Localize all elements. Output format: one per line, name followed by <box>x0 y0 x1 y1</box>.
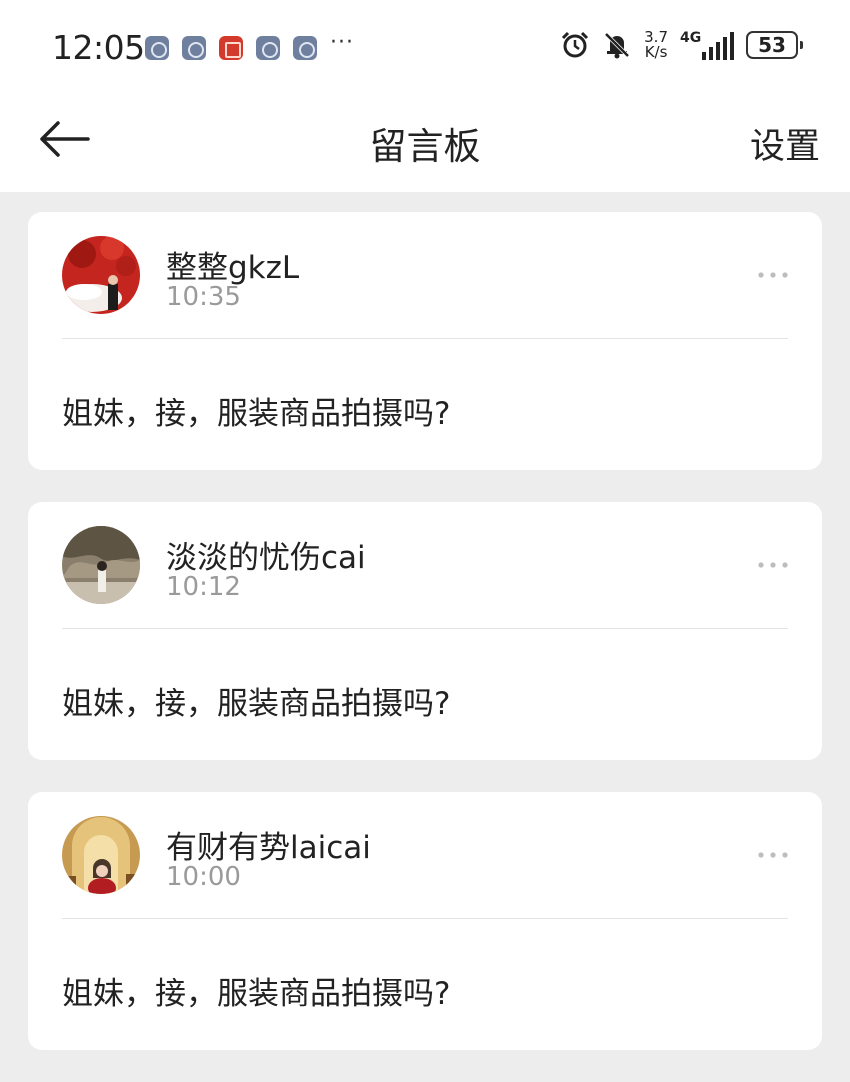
message-card: 整整gkzL 10:35 姐妹，接，服装商品拍摄吗? <box>28 212 822 470</box>
status-bar: 12:05 ··· 3.7 K/s 4G 53 <box>0 0 850 92</box>
signal-strength-icon: 4G <box>680 30 734 60</box>
more-options-button[interactable] <box>756 262 790 288</box>
message-text: 姐妹，接，服装商品拍摄吗? <box>62 976 451 1012</box>
user-name[interactable]: 淡淡的忧伤cai <box>166 532 366 577</box>
post-time: 10:12 <box>166 572 241 602</box>
message-text: 姐妹，接，服装商品拍摄吗? <box>62 686 451 722</box>
more-horizontal-icon <box>758 272 788 278</box>
avatar[interactable] <box>62 816 140 894</box>
message-list: 整整gkzL 10:35 姐妹，接，服装商品拍摄吗? 淡淡的忧伤cai 10:1… <box>28 212 822 1082</box>
network-speed: 3.7 K/s <box>644 30 668 60</box>
page-title: 留言板 <box>369 125 481 168</box>
more-options-button[interactable] <box>756 842 790 868</box>
alarm-icon <box>562 31 589 58</box>
app-notification-icon <box>219 36 243 60</box>
notification-icons <box>145 36 317 60</box>
app-header: 留言板 设置 <box>0 92 850 192</box>
avatar[interactable] <box>62 236 140 314</box>
message-text: 姐妹，接，服装商品拍摄吗? <box>62 396 451 432</box>
more-options-button[interactable] <box>756 552 790 578</box>
divider <box>62 628 788 629</box>
network-speed-unit: K/s <box>644 43 668 61</box>
user-name[interactable]: 整整gkzL <box>166 242 299 287</box>
app-notification-icon <box>256 36 280 60</box>
status-clock: 12:05 <box>52 28 145 67</box>
mute-icon <box>604 32 630 59</box>
app-notification-icon <box>293 36 317 60</box>
back-button[interactable] <box>34 114 94 164</box>
app-notification-icon <box>182 36 206 60</box>
post-time: 10:35 <box>166 282 241 312</box>
battery-icon: 53 <box>746 31 803 59</box>
divider <box>62 918 788 919</box>
more-notifications-indicator: ··· <box>330 30 354 55</box>
user-name[interactable]: 有财有势laicai <box>166 822 371 867</box>
more-horizontal-icon <box>758 852 788 858</box>
avatar[interactable] <box>62 526 140 604</box>
app-notification-icon <box>145 36 169 60</box>
network-type: 4G <box>680 30 702 46</box>
message-card: 淡淡的忧伤cai 10:12 姐妹，接，服装商品拍摄吗? <box>28 502 822 760</box>
more-horizontal-icon <box>758 562 788 568</box>
message-card: 有财有势laicai 10:00 姐妹，接，服装商品拍摄吗? <box>28 792 822 1050</box>
post-time: 10:00 <box>166 862 241 892</box>
settings-button[interactable]: 设置 <box>750 118 820 169</box>
divider <box>62 338 788 339</box>
battery-level: 53 <box>758 33 786 57</box>
back-arrow-icon <box>40 121 90 157</box>
